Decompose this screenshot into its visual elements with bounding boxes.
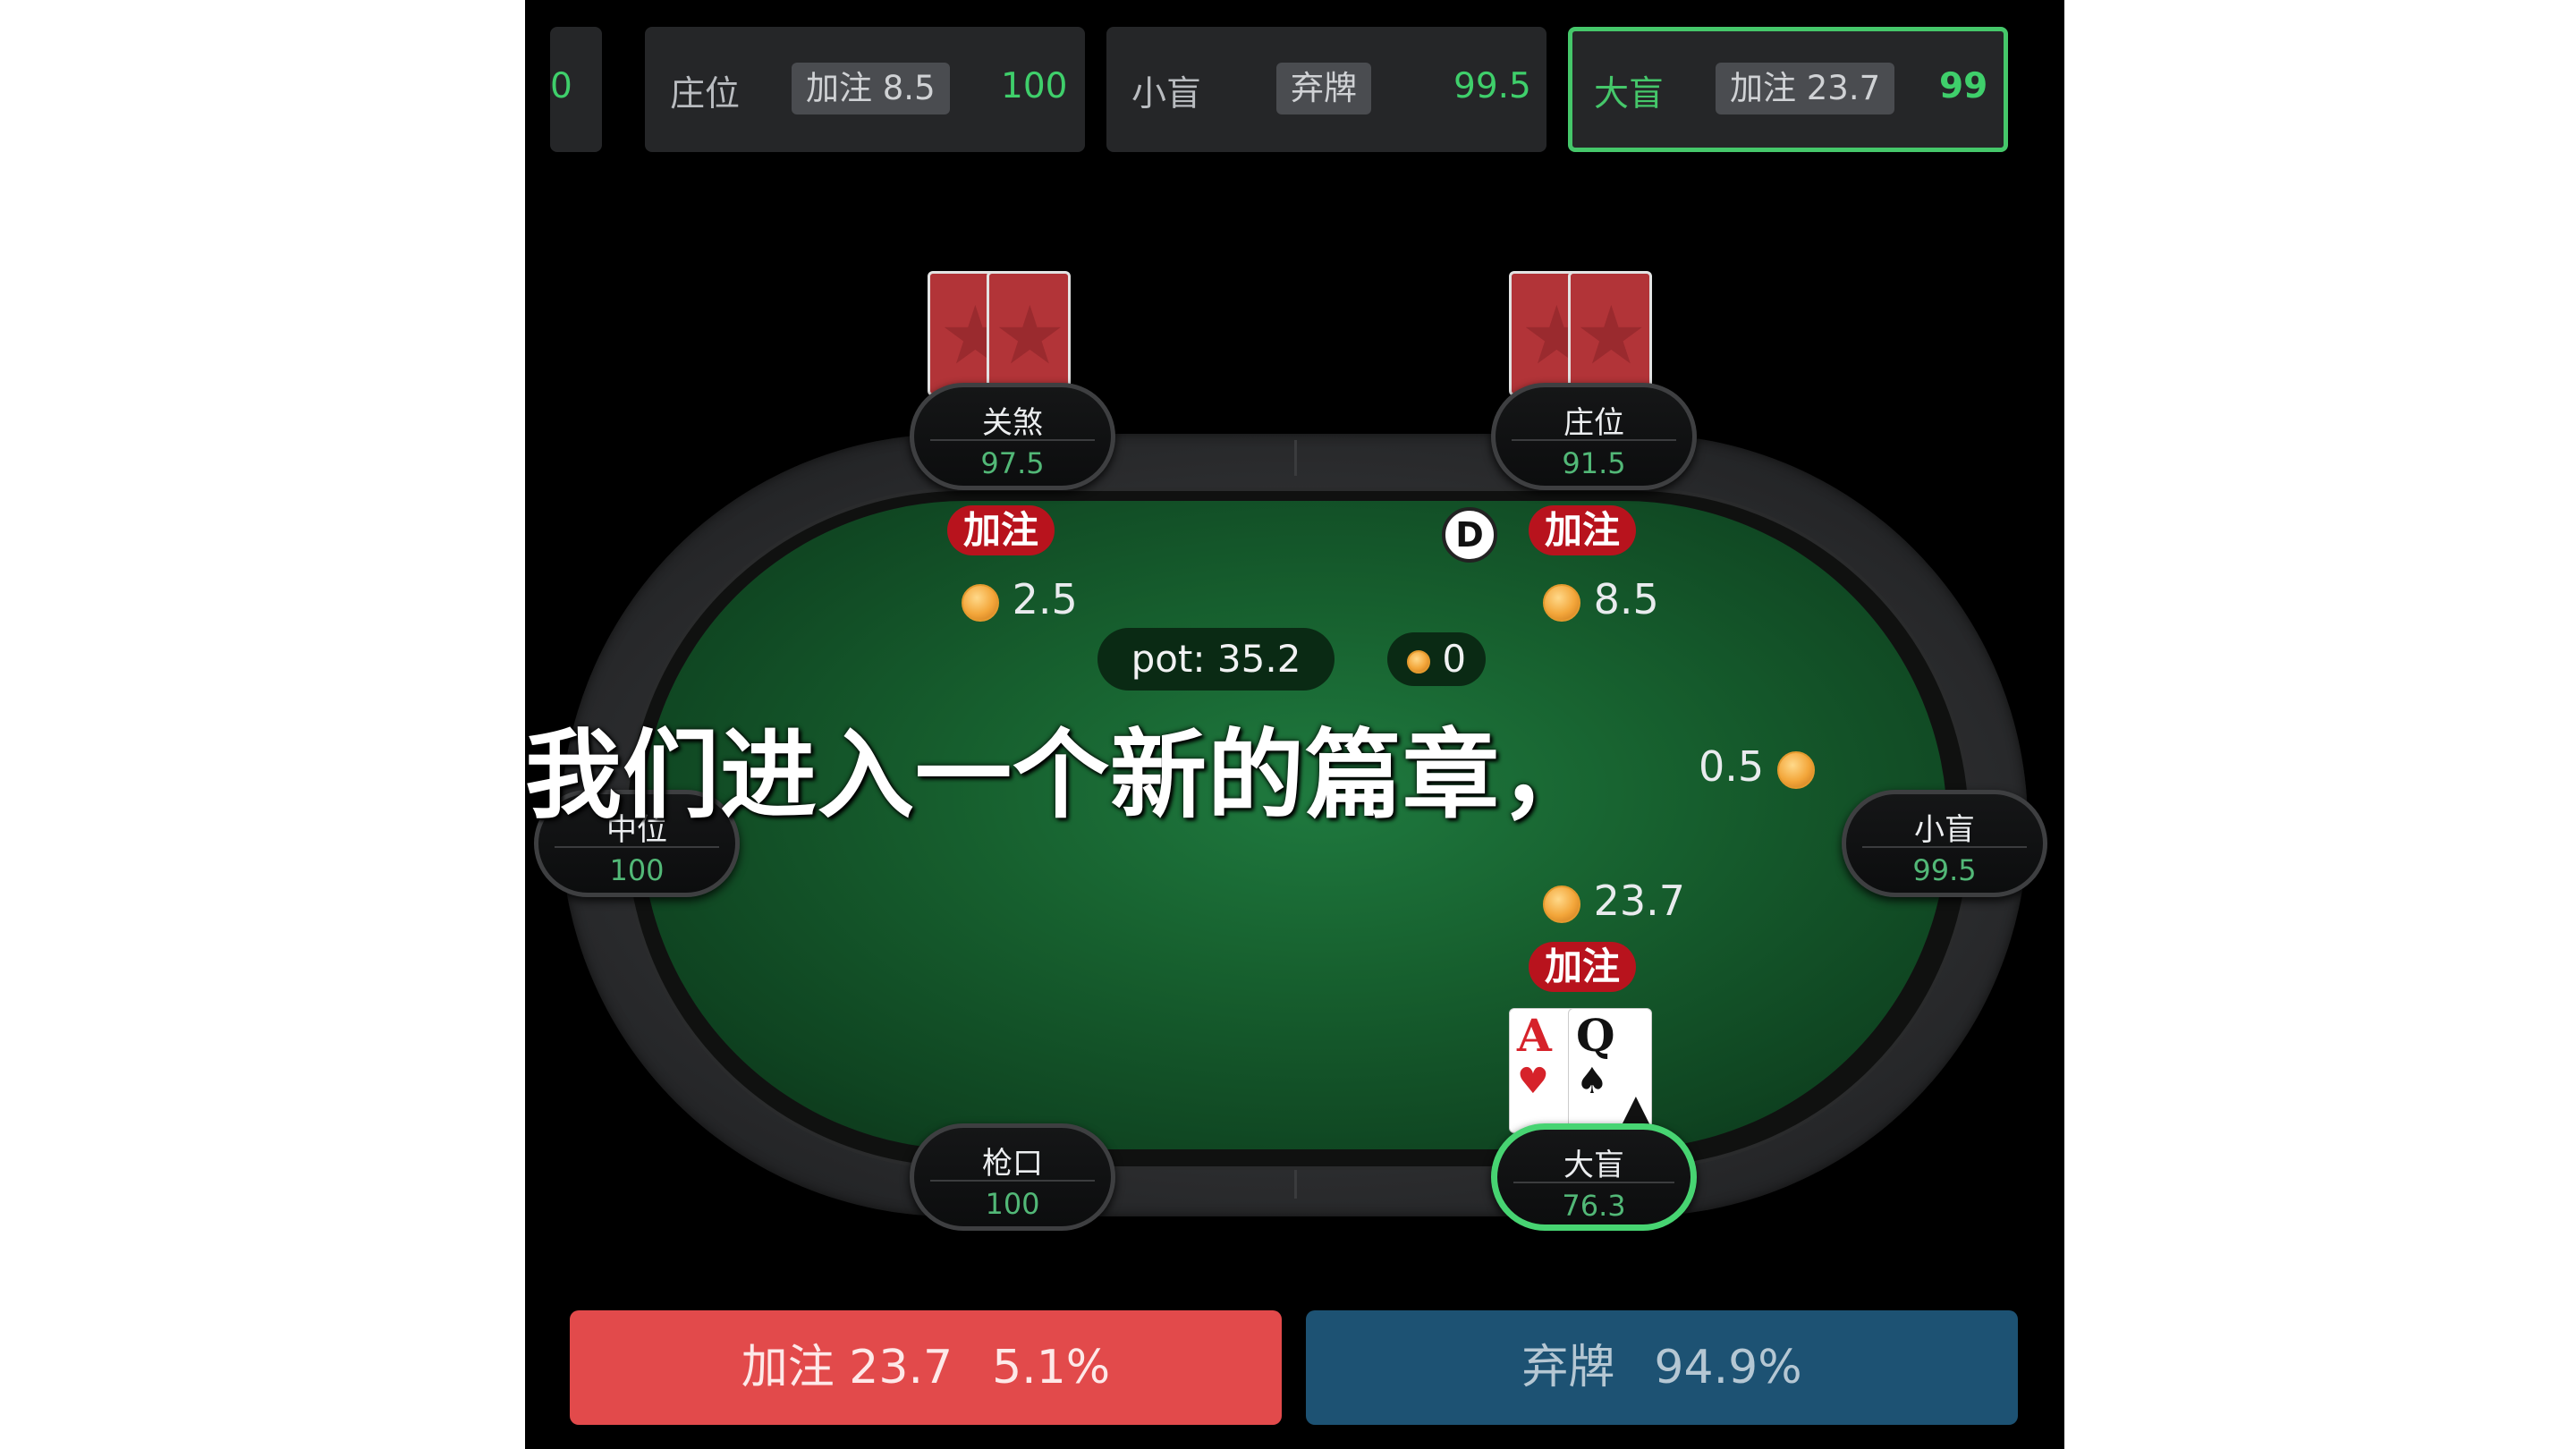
bet-button: 8.5 <box>1543 575 1659 623</box>
fold-label: 弃牌 <box>1521 1341 1615 1394</box>
action-badge-button: 加注 <box>1529 505 1637 555</box>
seat-name: 大盲 <box>1563 1148 1624 1183</box>
video-subtitle: 我们进入一个新的篇章， <box>525 720 1598 832</box>
history-card-button[interactable]: 庄位 加注 8.5 100 <box>645 27 1085 152</box>
raise-frequency: 5.1% <box>992 1341 1111 1394</box>
history-stack: 0 <box>550 66 572 106</box>
seat-stack: 91.5 <box>1562 446 1626 480</box>
history-position: 小盲 <box>1131 74 1202 114</box>
seat-name: 小盲 <box>1914 812 1975 848</box>
seat-name: 枪口 <box>982 1146 1043 1182</box>
chip-icon <box>1543 583 1580 622</box>
seat-name: 关煞 <box>982 405 1043 441</box>
seat-button[interactable]: 庄位 91.5 <box>1491 383 1697 490</box>
history-card-smallblind[interactable]: 小盲 弃牌 99.5 <box>1106 27 1546 152</box>
seat-stack: 100 <box>609 853 665 887</box>
history-action: 加注 8.5 <box>792 63 950 114</box>
dealer-button: D <box>1442 507 1497 563</box>
raise-label: 加注 23.7 <box>741 1341 953 1394</box>
bet-smallblind: 0.5 <box>1699 742 1815 791</box>
action-badge-bigblind: 加注 <box>1529 942 1637 992</box>
pot-display: pot: 35.2 <box>1097 628 1335 691</box>
card-back: ★ <box>987 271 1071 396</box>
seat-smallblind[interactable]: 小盲 99.5 <box>1842 790 2047 897</box>
bet-guansha: 2.5 <box>962 575 1078 623</box>
card-back: ★ <box>1568 271 1652 396</box>
history-action: 加注 23.7 <box>1716 63 1895 114</box>
history-position: 大盲 <box>1594 74 1665 114</box>
seat-name: 庄位 <box>1563 405 1624 441</box>
rail-divider <box>1294 440 1297 476</box>
raise-button[interactable]: 加注 23.7 5.1% <box>570 1310 1282 1425</box>
seat-guansha[interactable]: 关煞 97.5 <box>910 383 1115 490</box>
history-position: 庄位 <box>670 74 741 114</box>
chip-icon <box>1543 885 1580 923</box>
side-pot-display: 0 <box>1387 632 1486 686</box>
history-action: 弃牌 <box>1276 63 1371 114</box>
seat-stack: 100 <box>985 1187 1040 1221</box>
action-badge-guansha: 加注 <box>947 505 1055 555</box>
fold-button[interactable]: 弃牌 94.9% <box>1306 1310 2018 1425</box>
history-stack: 99 <box>1939 66 1988 106</box>
seat-stack: 99.5 <box>1912 853 1977 887</box>
history-stack: 99.5 <box>1453 66 1531 106</box>
fold-frequency: 94.9% <box>1654 1341 1802 1394</box>
seat-utg[interactable]: 枪口 100 <box>910 1123 1115 1231</box>
chip-icon <box>1406 649 1430 674</box>
history-card-bigblind[interactable]: 大盲 加注 23.7 99 <box>1568 27 2008 152</box>
history-stack: 100 <box>1001 66 1068 106</box>
poker-table-screen: 0 庄位 加注 8.5 100 小盲 弃牌 99.5 大盲 加注 23.7 99… <box>525 0 2064 1449</box>
history-card-0[interactable]: 0 <box>550 27 602 152</box>
seat-bigblind-hero[interactable]: 大盲 76.3 <box>1491 1123 1697 1231</box>
seat-stack: 97.5 <box>980 446 1045 480</box>
chip-icon <box>962 583 999 622</box>
hero-card-2: Q ♠ ▲ <box>1568 1008 1652 1133</box>
chip-icon <box>1776 750 1815 789</box>
seat-stack: 76.3 <box>1562 1189 1626 1223</box>
bet-bigblind: 23.7 <box>1543 877 1685 925</box>
